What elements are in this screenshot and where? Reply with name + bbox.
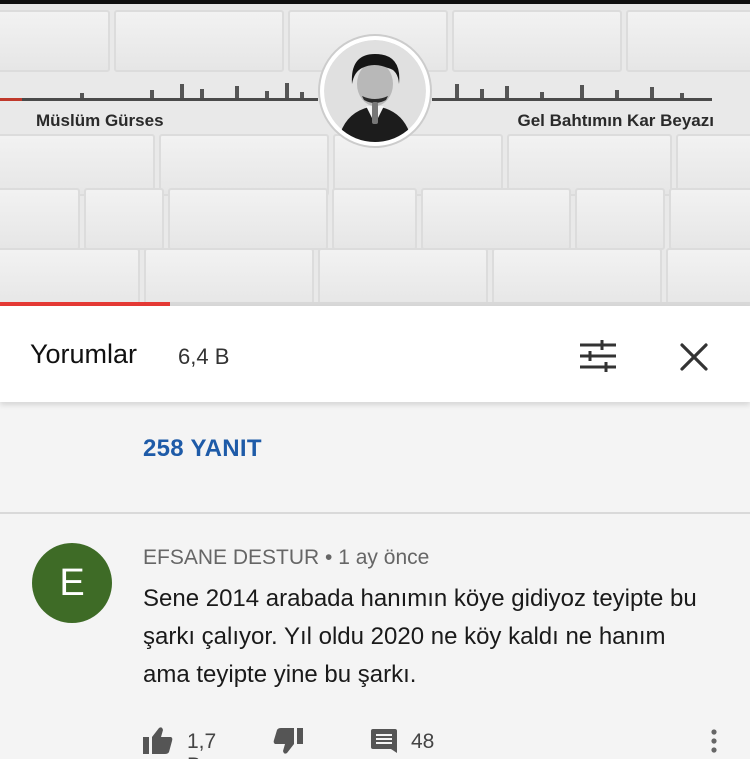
brick-wall-row [0, 188, 750, 250]
like-count: 1,7 B [187, 730, 217, 759]
comment-text: Sene 2014 arabada hanımın köye gidiyoz t… [143, 585, 697, 688]
comments-header: Yorumlar 6,4 B [0, 306, 750, 402]
reply-count: 48 [411, 730, 435, 753]
comment-author[interactable]: EFSANE DESTUR [143, 546, 319, 569]
divider [0, 512, 750, 514]
artist-photo [320, 36, 430, 146]
more-options-icon[interactable] [706, 728, 722, 758]
waveform-peaks-right [440, 80, 700, 98]
waveform-peaks-left [60, 80, 310, 98]
dislike-icon[interactable] [273, 728, 303, 754]
brick-wall-row [0, 248, 750, 306]
comments-title: Yorumlar [30, 339, 138, 369]
close-icon[interactable] [676, 339, 712, 375]
video-player[interactable]: Müslüm Gürses Gel Bahtımın Kar Beyazı [0, 0, 750, 306]
like-icon[interactable] [143, 726, 173, 754]
waveform-played [0, 98, 22, 101]
meta-separator: • [325, 546, 339, 569]
comments-panel: 258 YANIT E EFSANE DESTUR • 1 ay önce Se… [0, 402, 750, 759]
song-title: Gel Bahtımın Kar Beyazı [517, 111, 714, 130]
comment-time: 1 ay önce [338, 546, 430, 569]
comment-meta: EFSANE DESTUR • 1 ay önce [143, 546, 429, 570]
waveform-line-left [22, 98, 318, 101]
reply-icon[interactable] [371, 729, 397, 753]
artist-name: Müslüm Gürses [36, 111, 164, 130]
view-replies-link[interactable]: 258 YANIT [143, 435, 262, 463]
comments-count: 6,4 B [178, 344, 230, 369]
waveform-line-right [432, 98, 712, 101]
sort-filter-icon[interactable] [578, 339, 618, 373]
avatar-letter: E [59, 562, 85, 604]
avatar[interactable]: E [32, 543, 112, 623]
